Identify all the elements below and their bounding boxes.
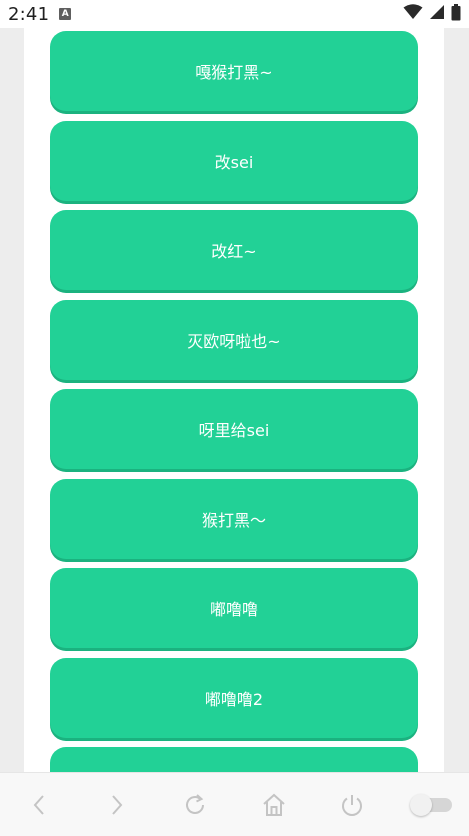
refresh-icon[interactable] <box>175 785 215 825</box>
toggle-track <box>409 793 452 816</box>
action-button-8[interactable]: 嘟噜噜2 <box>50 657 418 738</box>
action-button-6[interactable]: 猴打黑～ <box>50 478 418 559</box>
wifi-icon <box>403 4 423 24</box>
status-right <box>403 3 461 25</box>
button-list: 嘎猴打黑~ 改sei 改红~ 灭欧呀啦也~ 呀里给sei 猴打黑～ 嘟噜噜 嘟噜… <box>50 31 418 772</box>
action-button-4[interactable]: 灭欧呀啦也~ <box>50 299 418 380</box>
notification-a-icon: A <box>59 8 72 20</box>
power-icon[interactable] <box>332 785 372 825</box>
status-time: 2:41 <box>8 3 50 25</box>
action-button-3[interactable]: 改红~ <box>50 210 418 290</box>
toggle-switch[interactable] <box>409 785 452 825</box>
status-bar: 2:41 A <box>0 0 469 28</box>
action-button-7[interactable]: 嘟噜噜 <box>50 568 418 648</box>
action-button-2[interactable]: 改sei <box>50 120 418 201</box>
back-icon[interactable] <box>19 785 59 825</box>
content-area[interactable]: 嘎猴打黑~ 改sei 改红~ 灭欧呀啦也~ 呀里给sei 猴打黑～ 嘟噜噜 嘟噜… <box>0 28 469 772</box>
signal-icon <box>429 4 445 24</box>
status-left: 2:41 A <box>8 3 72 25</box>
action-button-1[interactable]: 嘎猴打黑~ <box>50 31 418 111</box>
forward-icon[interactable] <box>97 785 137 825</box>
home-icon[interactable] <box>254 785 294 825</box>
bottom-nav-bar <box>0 772 469 836</box>
action-button-9[interactable] <box>50 747 418 772</box>
toggle-knob <box>409 793 432 816</box>
action-button-5[interactable]: 呀里给sei <box>50 389 418 469</box>
battery-icon <box>451 3 461 25</box>
